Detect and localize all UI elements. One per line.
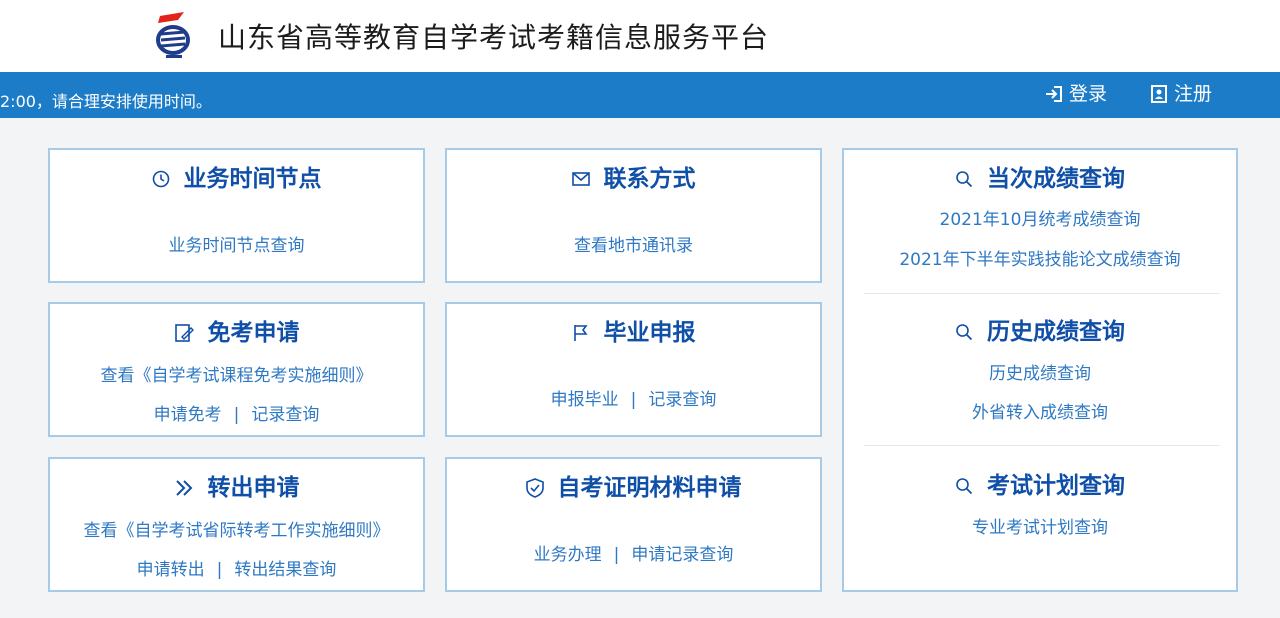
edit-document-icon (174, 323, 194, 343)
exam-plan-link[interactable]: 专业考试计划查询 (972, 518, 1108, 538)
city-contacts-link[interactable]: 查看地市通讯录 (574, 236, 693, 256)
current-score-link-1[interactable]: 2021年10月统考成绩查询 (940, 210, 1141, 230)
link-separator: | (613, 545, 620, 565)
certificate-handle-link[interactable]: 业务办理 (534, 545, 602, 565)
section-divider (864, 293, 1220, 294)
apply-graduation-link[interactable]: 申报毕业 (551, 390, 619, 410)
register-label: 注册 (1174, 83, 1213, 105)
search-icon (955, 477, 973, 495)
card-transfer: 转出申请 查看《自学考试省际转考工作实施细则》 申请转出 | 转出结果查询 (48, 457, 425, 592)
graduation-record-link[interactable]: 记录查询 (648, 390, 716, 410)
certificate-record-link[interactable]: 申请记录查询 (631, 545, 733, 565)
double-chevron-right-icon (174, 479, 194, 497)
register-icon (1151, 85, 1167, 103)
section-title-exam-plan: 考试计划查询 (987, 473, 1125, 499)
exemption-rules-link[interactable]: 查看《自学考试课程免考实施细则》 (101, 366, 373, 386)
apply-transfer-link[interactable]: 申请转出 (137, 560, 205, 580)
flag-icon (572, 324, 590, 342)
card-contact: 联系方式 查看地市通讯录 (445, 148, 822, 283)
transfer-result-link[interactable]: 转出结果查询 (234, 560, 336, 580)
card-title-exemption: 免考申请 (207, 320, 300, 346)
card-title-certificate: 自考证明材料申请 (557, 475, 742, 501)
link-separator: | (233, 405, 240, 425)
site-logo[interactable] (152, 12, 196, 62)
exemption-record-link[interactable]: 记录查询 (251, 405, 319, 425)
card-graduation: 毕业申报 申报毕业 | 记录查询 (445, 302, 822, 437)
card-certificate: 自考证明材料申请 业务办理 | 申请记录查询 (445, 457, 822, 592)
search-icon (955, 323, 973, 341)
section-title-current-scores: 当次成绩查询 (987, 166, 1125, 192)
card-exemption: 免考申请 查看《自学考试课程免考实施细则》 申请免考 | 记录查询 (48, 302, 425, 437)
card-title-transfer: 转出申请 (207, 475, 300, 501)
site-title: 山东省高等教育自学考试考籍信息服务平台 (218, 21, 770, 54)
clock-icon (152, 170, 170, 188)
login-label: 登录 (1069, 83, 1108, 105)
site-header: 山东省高等教育自学考试考籍信息服务平台 (0, 0, 1280, 72)
time-notice: 2:00，请合理安排使用时间。 (0, 92, 212, 111)
link-separator: | (630, 390, 637, 410)
link-separator: | (216, 560, 223, 580)
card-score-query: 当次成绩查询 2021年10月统考成绩查询 2021年下半年实践技能论文成绩查询… (842, 148, 1238, 592)
card-schedule: 业务时间节点 业务时间节点查询 (48, 148, 425, 283)
current-score-link-2[interactable]: 2021年下半年实践技能论文成绩查询 (899, 250, 1180, 270)
history-score-link[interactable]: 历史成绩查询 (989, 364, 1091, 384)
top-nav-bar: 2:00，请合理安排使用时间。 登录 注册 (0, 72, 1280, 118)
search-icon (955, 170, 973, 188)
card-title-graduation: 毕业申报 (603, 320, 696, 346)
login-link[interactable]: 登录 (1045, 82, 1107, 106)
schedule-query-link[interactable]: 业务时间节点查询 (169, 236, 305, 256)
shield-check-icon (525, 478, 544, 498)
section-divider (864, 445, 1220, 446)
mail-icon (571, 172, 590, 186)
section-title-history-scores: 历史成绩查询 (987, 319, 1125, 345)
register-link[interactable]: 注册 (1150, 82, 1212, 106)
login-icon (1046, 86, 1062, 102)
apply-exemption-link[interactable]: 申请免考 (154, 405, 222, 425)
card-title-schedule: 业务时间节点 (183, 166, 322, 192)
card-title-contact: 联系方式 (603, 166, 696, 192)
transfer-rules-link[interactable]: 查看《自学考试省际转考工作实施细则》 (84, 521, 390, 541)
transfer-in-score-link[interactable]: 外省转入成绩查询 (972, 403, 1108, 423)
